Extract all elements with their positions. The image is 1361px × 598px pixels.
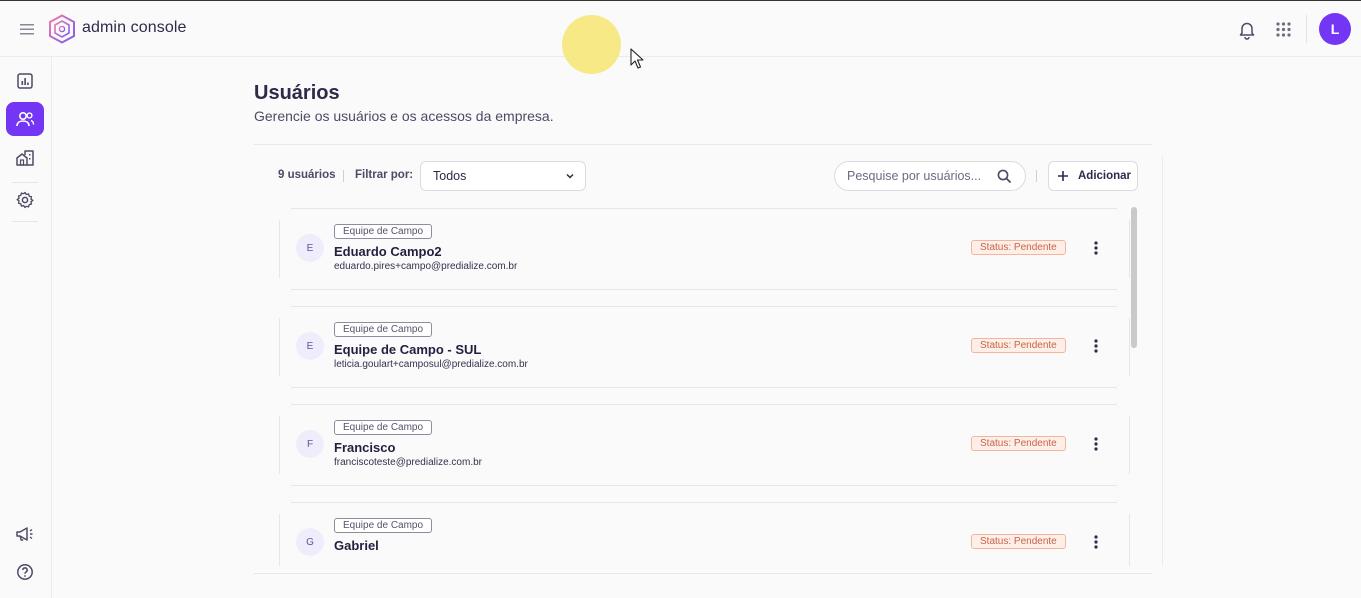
gear-icon bbox=[16, 191, 34, 209]
chevron-down-icon bbox=[566, 173, 574, 179]
item-border bbox=[279, 416, 280, 474]
more-options-icon[interactable] bbox=[1091, 436, 1101, 452]
team-badge: Equipe de Campo bbox=[334, 322, 433, 337]
page-subtitle: Gerencie os usuários e os acessos da emp… bbox=[254, 108, 554, 124]
avatar: E bbox=[296, 332, 324, 360]
list-item[interactable]: E Equipe de Campo Equipe de Campo - SUL … bbox=[279, 306, 1130, 388]
search-box bbox=[834, 161, 1026, 191]
avatar: E bbox=[296, 234, 324, 262]
item-border bbox=[291, 387, 1117, 388]
list-item[interactable]: E Equipe de Campo Eduardo Campo2 eduardo… bbox=[279, 208, 1130, 290]
users-list: E Equipe de Campo Eduardo Campo2 eduardo… bbox=[279, 200, 1130, 566]
user-name: Eduardo Campo2 bbox=[334, 244, 442, 259]
team-badge: Equipe de Campo bbox=[334, 224, 433, 239]
topbar-divider bbox=[1306, 15, 1307, 43]
user-name: Gabriel bbox=[334, 538, 379, 553]
item-border bbox=[1129, 416, 1130, 474]
status-badge: Status: Pendente bbox=[971, 240, 1066, 255]
user-avatar-button[interactable]: L bbox=[1319, 13, 1351, 45]
status-badge: Status: Pendente bbox=[971, 436, 1066, 451]
item-border bbox=[291, 404, 1117, 405]
sidebar-divider bbox=[12, 221, 38, 222]
list-scrollbar[interactable] bbox=[1131, 207, 1137, 565]
item-border bbox=[291, 208, 1117, 209]
search-icon[interactable] bbox=[997, 169, 1012, 184]
megaphone-icon bbox=[16, 527, 33, 541]
card-border-bottom bbox=[254, 573, 1152, 574]
filter-label: Filtrar por: bbox=[355, 169, 414, 181]
toolbar-separator bbox=[343, 170, 344, 182]
user-email: eduardo.pires+campo@predialize.com.br bbox=[334, 261, 518, 272]
card-border-right bbox=[1162, 156, 1163, 566]
click-highlight bbox=[562, 15, 621, 74]
item-border bbox=[1129, 220, 1130, 278]
item-border bbox=[291, 289, 1117, 290]
chart-icon bbox=[17, 73, 33, 89]
filter-select[interactable]: Todos bbox=[420, 161, 586, 191]
sidebar-item-users[interactable] bbox=[6, 102, 44, 136]
status-badge: Status: Pendente bbox=[971, 534, 1066, 549]
status-badge: Status: Pendente bbox=[971, 338, 1066, 353]
item-border bbox=[279, 220, 280, 278]
bell-icon[interactable] bbox=[1238, 20, 1256, 40]
add-user-label: Adicionar bbox=[1078, 170, 1132, 182]
buildings-icon bbox=[16, 150, 34, 166]
logo-icon[interactable] bbox=[48, 14, 76, 44]
item-border bbox=[279, 318, 280, 376]
brand-name: admin console bbox=[82, 19, 187, 36]
sidebar-item-dashboard[interactable] bbox=[6, 64, 44, 98]
users-icon bbox=[16, 111, 35, 127]
sidebar bbox=[0, 57, 52, 598]
item-border bbox=[279, 514, 280, 566]
toolbar-separator bbox=[1036, 170, 1037, 182]
avatar: G bbox=[296, 528, 324, 556]
item-border bbox=[291, 502, 1117, 503]
list-item[interactable]: G Equipe de Campo Gabriel Status: Penden… bbox=[279, 502, 1130, 566]
user-email: leticia.goulart+camposul@predialize.com.… bbox=[334, 359, 528, 370]
avatar: F bbox=[296, 430, 324, 458]
help-icon bbox=[17, 564, 33, 580]
more-options-icon[interactable] bbox=[1091, 240, 1101, 256]
scrollbar-thumb[interactable] bbox=[1131, 207, 1137, 348]
users-count: 9 usuários bbox=[278, 169, 336, 181]
top-bar: admin console L bbox=[0, 0, 1361, 57]
plus-icon bbox=[1058, 171, 1068, 181]
user-name: Francisco bbox=[334, 440, 396, 455]
user-email: franciscoteste@predialize.com.br bbox=[334, 457, 482, 468]
list-item[interactable]: F Equipe de Campo Francisco franciscotes… bbox=[279, 404, 1130, 486]
apps-grid-icon[interactable] bbox=[1275, 21, 1292, 38]
search-input[interactable] bbox=[847, 168, 992, 184]
menu-icon[interactable] bbox=[18, 20, 36, 38]
page-title: Usuários bbox=[254, 82, 340, 104]
item-border bbox=[1129, 318, 1130, 376]
team-badge: Equipe de Campo bbox=[334, 420, 433, 435]
item-border bbox=[1129, 514, 1130, 566]
card-border-top bbox=[254, 144, 1152, 145]
sidebar-item-announcements[interactable] bbox=[6, 517, 44, 551]
add-user-button[interactable]: Adicionar bbox=[1048, 161, 1138, 191]
user-name: Equipe de Campo - SUL bbox=[334, 342, 482, 357]
sidebar-item-help[interactable] bbox=[6, 555, 44, 589]
item-border bbox=[291, 485, 1117, 486]
more-options-icon[interactable] bbox=[1091, 534, 1101, 550]
team-badge: Equipe de Campo bbox=[334, 518, 433, 533]
more-options-icon[interactable] bbox=[1091, 338, 1101, 354]
sidebar-item-settings[interactable] bbox=[6, 183, 44, 217]
item-border bbox=[291, 306, 1117, 307]
mouse-cursor-icon bbox=[630, 48, 646, 70]
filter-value: Todos bbox=[433, 169, 467, 183]
sidebar-item-buildings[interactable] bbox=[6, 141, 44, 175]
